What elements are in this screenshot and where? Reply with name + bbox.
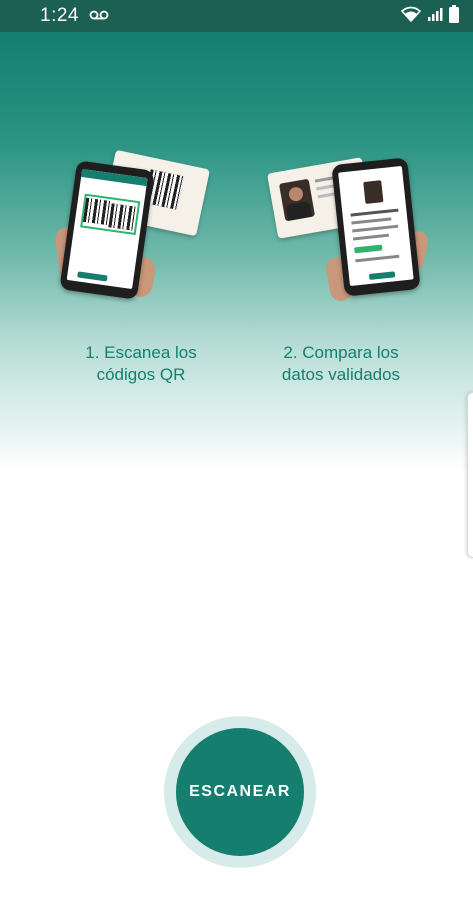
app-screen: 1:24 1. Escanea los códigos QR 2. Compar…: [0, 0, 473, 900]
battery-icon: [449, 4, 459, 28]
scan-button[interactable]: ESCANEAR: [176, 728, 304, 856]
step-scan-qr: 1. Escanea los códigos QR: [46, 149, 236, 427]
voicemail-icon: [89, 7, 109, 25]
phone-screen: [66, 168, 148, 290]
wifi-icon: [400, 6, 422, 27]
step-caption-line2: códigos QR: [96, 365, 186, 384]
step-caption: 1. Escanea los códigos QR: [46, 342, 236, 386]
scan-qr-illustration: [46, 149, 236, 312]
step-compare-data: 2. Compara los datos validados: [246, 157, 436, 427]
step-caption-line1: 1. Escanea los: [85, 343, 197, 362]
status-time: 1:24: [40, 5, 79, 26]
compare-id-illustration: [246, 157, 436, 312]
edge-panel-handle[interactable]: [467, 392, 473, 558]
step-caption-line2: datos validados: [281, 365, 401, 384]
id-photo: [278, 178, 316, 222]
status-bar: 1:24: [0, 0, 473, 32]
step-caption-line1: 2. Compara los: [283, 343, 399, 362]
instructions-panel: 1. Escanea los códigos QR 2. Compara los…: [0, 32, 473, 472]
phone-validator: [331, 157, 421, 297]
signal-icon: [427, 6, 443, 27]
step-caption: 2. Compara los datos validados: [246, 342, 436, 386]
status-bar-right: [400, 4, 459, 28]
phone-screen: [338, 165, 414, 287]
status-bar-left: 1:24: [40, 5, 109, 27]
